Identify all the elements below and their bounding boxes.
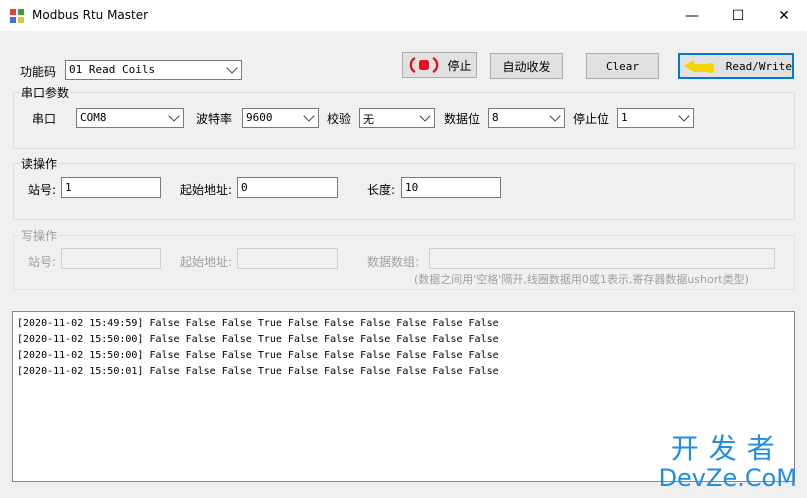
databits-value: 8 (492, 111, 499, 124)
close-button[interactable]: ✕ (761, 0, 807, 31)
write-station-label: 站号: (28, 255, 57, 269)
read-length-label: 长度: (367, 183, 396, 197)
chevron-down-icon (226, 62, 238, 74)
maximize-button[interactable]: ☐ (715, 0, 761, 31)
port-label: 串口 (32, 112, 57, 126)
baud-select[interactable]: 9600 (242, 108, 319, 128)
read-legend: 读操作 (20, 155, 59, 172)
serial-params-legend: 串口参数 (20, 84, 71, 101)
write-start-label: 起始地址: (180, 255, 233, 269)
chevron-down-icon (549, 110, 561, 122)
app-icon (10, 9, 24, 23)
port-select[interactable]: COM8 (76, 108, 184, 128)
read-station-label: 站号: (28, 183, 57, 197)
log-line: [2020-11-02 15:49:59] False False False … (17, 318, 499, 329)
write-legend: 写操作 (20, 227, 59, 244)
log-line: [2020-11-02 15:50:00] False False False … (17, 334, 499, 345)
read-station-input[interactable]: 1 (61, 177, 161, 198)
stop-icon (410, 56, 439, 74)
write-data-input[interactable] (429, 248, 775, 269)
parity-label: 校验 (327, 112, 352, 126)
function-code-label: 功能码 (20, 65, 57, 79)
write-hint: (数据之间用'空格'隔开,线圈数据用0或1表示,寄存器数据ushort类型) (414, 273, 749, 286)
log-line: [2020-11-02 15:50:01] False False False … (17, 366, 499, 377)
chevron-down-icon (419, 110, 431, 122)
read-length-input[interactable]: 10 (401, 177, 501, 198)
log-line: [2020-11-02 15:50:00] False False False … (17, 350, 499, 361)
function-code-select[interactable]: 01 Read Coils (65, 60, 242, 80)
stop-button[interactable]: 停止 (402, 52, 477, 78)
baud-value: 9600 (246, 111, 273, 124)
watermark-line2: DevZe.CoM (658, 464, 797, 492)
port-value: COM8 (80, 111, 107, 124)
chevron-down-icon (678, 110, 690, 122)
window-title: Modbus Rtu Master (32, 8, 149, 22)
databits-label: 数据位 (444, 112, 481, 126)
write-data-label: 数据数组: (367, 255, 420, 269)
parity-select[interactable]: 无 (359, 108, 435, 128)
auto-send-button[interactable]: 自动收发 (490, 53, 563, 79)
watermark: 开发者 DevZe.CoM (658, 432, 797, 493)
baud-label: 波特率 (196, 112, 233, 126)
databits-select[interactable]: 8 (488, 108, 565, 128)
write-start-input[interactable] (237, 248, 338, 269)
chevron-down-icon (303, 110, 315, 122)
read-write-label: Read/Write (725, 59, 792, 73)
write-station-input[interactable] (61, 248, 161, 269)
pointing-hand-icon (683, 60, 714, 73)
read-start-input[interactable]: 0 (237, 177, 338, 198)
stopbits-select[interactable]: 1 (617, 108, 694, 128)
read-start-label: 起始地址: (180, 183, 233, 197)
chevron-down-icon (168, 110, 180, 122)
read-write-button[interactable]: Read/Write (678, 53, 794, 79)
watermark-line1: 开发者 (670, 432, 785, 465)
stop-button-label: 停止 (447, 58, 472, 73)
stopbits-value: 1 (621, 111, 628, 124)
function-code-value: 01 Read Coils (69, 63, 156, 76)
minimize-button[interactable]: — (669, 0, 715, 31)
stopbits-label: 停止位 (573, 112, 610, 126)
parity-value: 无 (363, 113, 374, 126)
clear-button[interactable]: Clear (586, 53, 659, 79)
